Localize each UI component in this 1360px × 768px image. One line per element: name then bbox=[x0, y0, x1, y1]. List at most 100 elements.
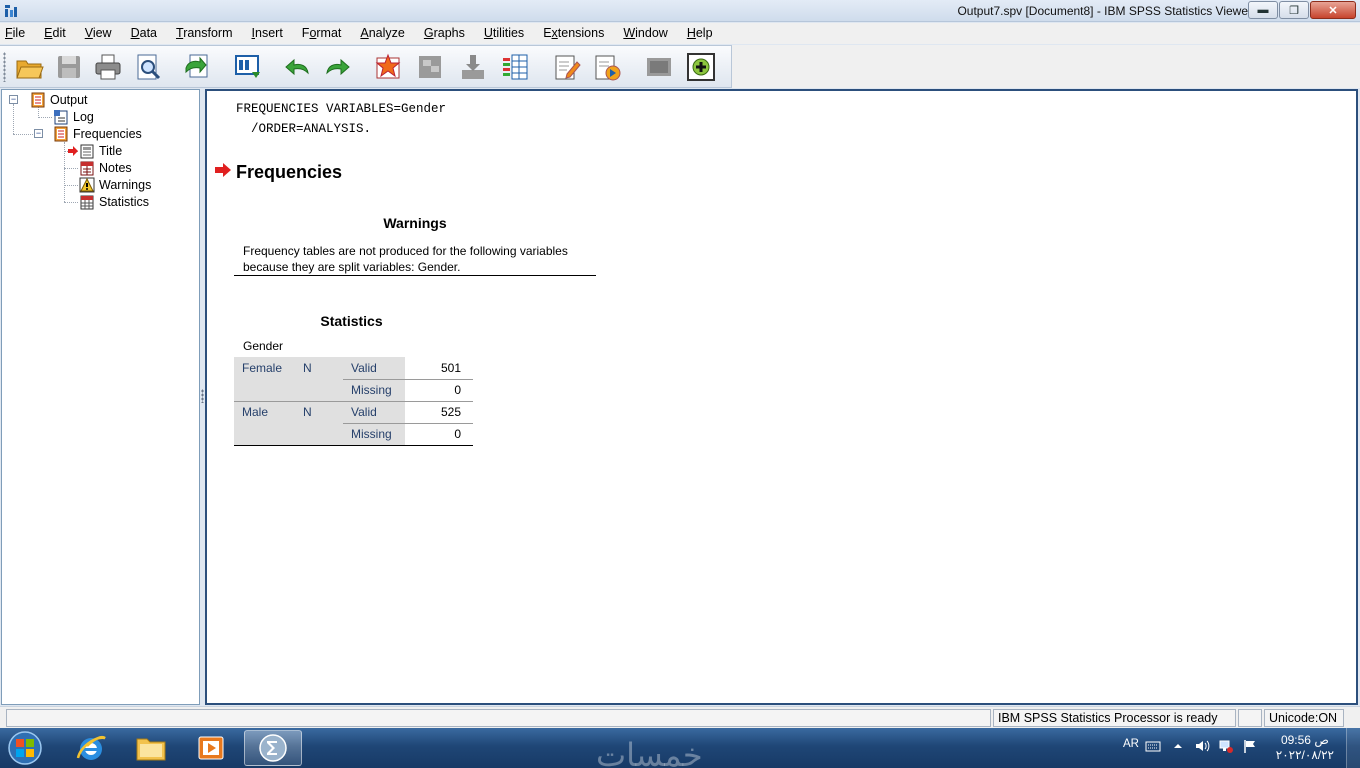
recall-dialog-icon bbox=[235, 55, 260, 78]
tree-label-statistics: Statistics bbox=[99, 194, 150, 209]
internet-explorer-icon bbox=[76, 735, 106, 760]
status-blank bbox=[1238, 709, 1262, 727]
show-hidden-icons-icon[interactable] bbox=[1170, 738, 1186, 754]
title-icon bbox=[80, 144, 94, 158]
menu-extensions[interactable]: Extensions bbox=[543, 23, 604, 44]
taskbar-internet-explorer[interactable] bbox=[62, 730, 120, 766]
print-button[interactable] bbox=[91, 50, 125, 84]
show-hide-button[interactable] bbox=[642, 50, 676, 84]
menu-utilities[interactable]: Utilities bbox=[484, 23, 524, 44]
command-syntax[interactable]: FREQUENCIES VARIABLES=Gender /ORDER=ANAL… bbox=[236, 99, 446, 139]
watermark-text: خمسات bbox=[596, 736, 703, 768]
save-button[interactable] bbox=[52, 50, 86, 84]
tree-item-warnings[interactable]: Warnings bbox=[79, 176, 151, 193]
close-button[interactable]: ✕ bbox=[1310, 1, 1356, 19]
tree-line bbox=[13, 104, 14, 134]
menu-analyze[interactable]: Analyze bbox=[360, 23, 404, 44]
tree-label-output: Output bbox=[50, 92, 88, 107]
frequencies-book-icon bbox=[54, 126, 68, 141]
promote-button[interactable] bbox=[684, 50, 718, 84]
tree-item-notes[interactable]: Notes bbox=[79, 159, 132, 176]
menu-view[interactable]: View bbox=[85, 23, 112, 44]
show-hide-icon bbox=[647, 58, 671, 76]
action-center-flag-icon[interactable] bbox=[1242, 738, 1258, 754]
syntax-line: FREQUENCIES VARIABLES=Gender bbox=[236, 102, 447, 116]
keyboard-icon[interactable] bbox=[1145, 738, 1161, 754]
goto-data-icon bbox=[375, 53, 401, 79]
goto-variable-button[interactable] bbox=[456, 50, 490, 84]
language-indicator[interactable]: AR bbox=[1123, 738, 1139, 750]
current-item-arrow-icon bbox=[68, 145, 78, 156]
tree-label-warnings: Warnings bbox=[99, 177, 152, 192]
menu-window[interactable]: Window bbox=[623, 23, 667, 44]
tree-item-title[interactable]: Title bbox=[68, 142, 122, 159]
taskbar-spss[interactable] bbox=[244, 730, 302, 766]
taskbar-file-explorer[interactable] bbox=[122, 730, 180, 766]
start-button[interactable] bbox=[4, 730, 46, 766]
goto-case-button[interactable] bbox=[413, 50, 447, 84]
menu-help[interactable]: Help bbox=[687, 23, 713, 44]
warnings-text[interactable]: Frequency tables are not produced for th… bbox=[243, 243, 568, 275]
statistics-table-icon bbox=[80, 195, 94, 209]
maximize-button[interactable]: ❐ bbox=[1279, 1, 1309, 19]
frequencies-heading[interactable]: Frequencies bbox=[236, 162, 342, 183]
menu-graphs[interactable]: Graphs bbox=[424, 23, 465, 44]
export-button[interactable] bbox=[180, 50, 214, 84]
insert-heading-button[interactable] bbox=[550, 50, 584, 84]
menu-insert[interactable]: Insert bbox=[252, 23, 283, 44]
redo-icon bbox=[326, 58, 350, 76]
warnings-rule bbox=[234, 275, 596, 276]
tree-line bbox=[64, 168, 78, 169]
undo-icon bbox=[285, 58, 309, 76]
statistics-title[interactable]: Statistics bbox=[234, 313, 469, 329]
minimize-button[interactable]: ▬ bbox=[1248, 1, 1278, 19]
clock[interactable]: 09:56 ص ٢٠٢٢/٠٨/٢٢ bbox=[1276, 733, 1334, 763]
value-male-valid: 525 bbox=[440, 405, 461, 419]
menu-format[interactable]: Format bbox=[302, 23, 342, 44]
menu-edit[interactable]: Edit bbox=[44, 23, 66, 44]
promote-icon bbox=[687, 53, 715, 81]
tree-collapse-output[interactable]: − bbox=[9, 95, 18, 104]
tree-collapse-frequencies[interactable]: − bbox=[34, 129, 43, 138]
tree-item-output[interactable]: Output bbox=[30, 91, 88, 108]
redo-button[interactable] bbox=[321, 50, 355, 84]
volume-icon[interactable] bbox=[1194, 738, 1210, 754]
insert-title-button[interactable] bbox=[590, 50, 624, 84]
goto-variable-icon bbox=[462, 55, 484, 79]
row-label-missing: Missing bbox=[351, 427, 392, 441]
export-icon bbox=[185, 54, 208, 78]
print-preview-button[interactable] bbox=[131, 50, 165, 84]
value-male-missing: 0 bbox=[454, 427, 461, 441]
menu-data[interactable]: Data bbox=[131, 23, 157, 44]
status-bar: IBM SPSS Statistics Processor is ready U… bbox=[0, 706, 1360, 728]
tree-item-statistics[interactable]: Statistics bbox=[79, 193, 149, 210]
folder-icon bbox=[136, 738, 166, 761]
tree-label-notes: Notes bbox=[99, 160, 132, 175]
warnings-title[interactable]: Warnings bbox=[234, 215, 596, 231]
recall-dialog-button[interactable] bbox=[231, 50, 265, 84]
value-female-valid: 501 bbox=[440, 361, 461, 375]
toolbar bbox=[0, 45, 732, 88]
show-desktop-button[interactable] bbox=[1346, 728, 1360, 768]
spss-app-icon[interactable] bbox=[4, 4, 18, 18]
toolbar-grip[interactable] bbox=[3, 52, 6, 82]
goto-case-icon bbox=[419, 56, 441, 78]
insert-heading-icon bbox=[555, 55, 581, 80]
undo-button[interactable] bbox=[280, 50, 314, 84]
taskbar-media-player[interactable] bbox=[182, 730, 240, 766]
goto-data-button[interactable] bbox=[371, 50, 405, 84]
tree-item-log[interactable]: Log bbox=[53, 108, 94, 125]
output-content-pane[interactable]: FREQUENCIES VARIABLES=Gender /ORDER=ANAL… bbox=[205, 89, 1358, 705]
variables-button[interactable] bbox=[498, 50, 532, 84]
outline-pane[interactable]: − Output Log − Frequencies Title Notes W… bbox=[1, 89, 200, 705]
title-bar: Output7.spv [Document8] - IBM SPSS Stati… bbox=[0, 0, 1360, 22]
statistics-table[interactable]: Female N Valid 501 Missing 0 Male N Vali… bbox=[234, 357, 473, 446]
menu-transform[interactable]: Transform bbox=[176, 23, 233, 44]
menu-file[interactable]: File bbox=[5, 23, 25, 44]
open-button[interactable] bbox=[12, 50, 46, 84]
row-label-valid: Valid bbox=[351, 361, 377, 375]
table-bottom-rule bbox=[234, 445, 473, 446]
tree-label-frequencies: Frequencies bbox=[73, 126, 142, 141]
network-icon[interactable] bbox=[1218, 738, 1234, 754]
tree-item-frequencies[interactable]: Frequencies bbox=[53, 125, 142, 142]
